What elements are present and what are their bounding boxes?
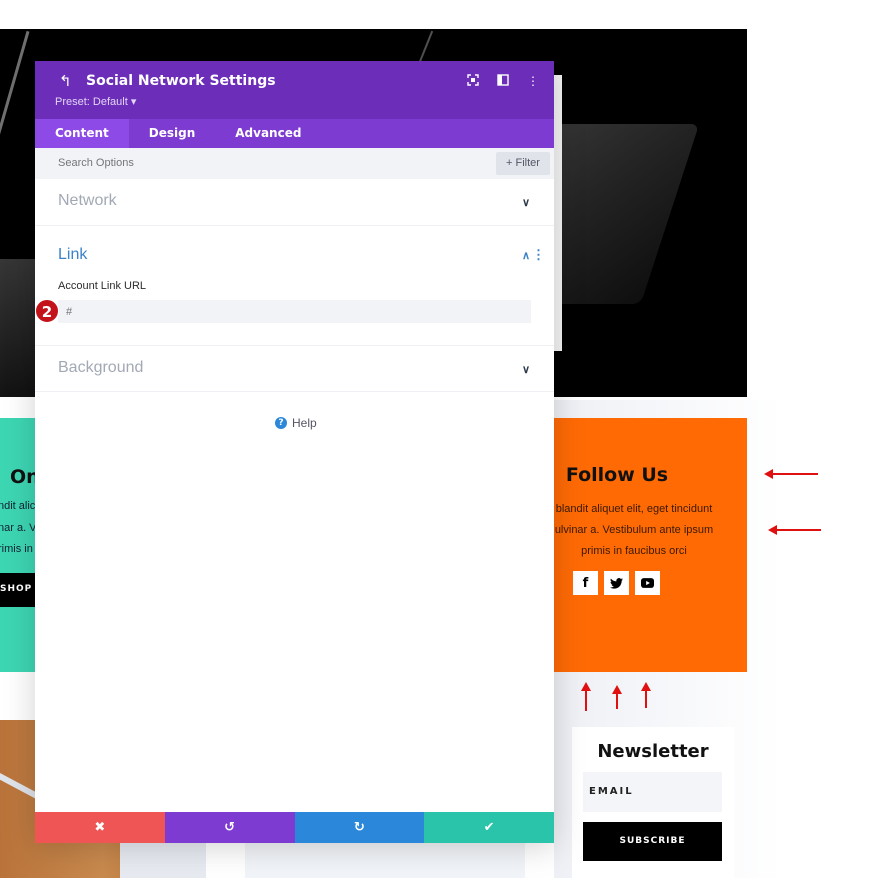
section-title: Background bbox=[58, 359, 144, 376]
help-icon: ? bbox=[275, 417, 287, 429]
section-title[interactable]: Link bbox=[58, 246, 87, 264]
save-button[interactable]: ✔ bbox=[424, 812, 554, 843]
chevron-down-icon[interactable]: ∨ bbox=[522, 363, 530, 376]
section-title: Network bbox=[58, 192, 117, 209]
hidden-panel-edge bbox=[554, 75, 562, 351]
section-network[interactable]: Network ∨ bbox=[35, 179, 554, 226]
annotation-arrow-left bbox=[764, 469, 818, 479]
account-link-url-input[interactable] bbox=[58, 300, 531, 323]
shop-button[interactable]: SHOP S bbox=[0, 573, 36, 607]
hero-decoration bbox=[0, 30, 30, 148]
tab-content[interactable]: Content bbox=[35, 119, 129, 148]
promo-card: On ndit alic nar a. V rimis in SHOP S bbox=[0, 418, 36, 672]
follow-us-card: Follow Us blandit aliquet elit, eget tin… bbox=[554, 418, 747, 672]
promo-text-line: rimis in bbox=[0, 543, 33, 555]
undo-button[interactable]: ↺ bbox=[164, 812, 295, 843]
help-link[interactable]: ? Help bbox=[275, 416, 317, 430]
modal-title: Social Network Settings bbox=[86, 73, 276, 89]
section-link: Link ∧ ⋮ Account Link URL 2 bbox=[35, 226, 554, 346]
newsletter-title: Newsletter bbox=[597, 741, 709, 762]
more-options-icon[interactable]: ⋮ bbox=[526, 74, 540, 88]
preset-dropdown[interactable]: Preset: Default ▾ bbox=[55, 95, 136, 108]
modal-footer: ✖ ↺ ↻ ✔ bbox=[35, 812, 554, 843]
search-options-input[interactable] bbox=[58, 157, 200, 169]
cancel-button[interactable]: ✖ bbox=[35, 812, 165, 843]
follow-us-title: Follow Us bbox=[565, 464, 669, 486]
filter-button[interactable]: + Filter bbox=[496, 152, 550, 175]
subscribe-button[interactable]: SUBSCRIBE bbox=[583, 822, 722, 861]
chevron-up-icon[interactable]: ∧ bbox=[522, 249, 530, 262]
settings-modal: ↰ Social Network Settings Preset: Defaul… bbox=[35, 61, 554, 843]
annotation-arrow-up bbox=[641, 682, 651, 708]
focus-mode-icon[interactable] bbox=[466, 74, 480, 88]
tab-advanced[interactable]: Advanced bbox=[215, 119, 321, 148]
search-bar: + Filter bbox=[35, 148, 554, 179]
follow-us-title-wrap: Follow Us bbox=[554, 464, 680, 486]
promo-title: On bbox=[10, 466, 36, 488]
back-icon[interactable]: ↰ bbox=[59, 74, 75, 90]
section-options-icon[interactable]: ⋮ bbox=[532, 247, 545, 263]
annotation-arrow-up bbox=[581, 682, 591, 711]
tab-design[interactable]: Design bbox=[129, 119, 216, 148]
modal-header: ↰ Social Network Settings Preset: Defaul… bbox=[35, 61, 554, 119]
social-icons: f bbox=[573, 571, 660, 595]
annotation-arrow-up bbox=[612, 685, 622, 709]
facebook-icon[interactable]: f bbox=[573, 571, 598, 595]
account-link-url-label: Account Link URL bbox=[58, 280, 147, 292]
modal-tabs: Content Design Advanced bbox=[35, 119, 554, 148]
section-background[interactable]: Background ∨ bbox=[35, 346, 554, 392]
header-actions: ⋮ bbox=[466, 74, 540, 88]
promo-text-line: ndit alic bbox=[0, 500, 36, 512]
promo-text-line: nar a. V bbox=[0, 522, 36, 534]
email-input[interactable]: EMAIL bbox=[583, 772, 722, 812]
help-label: Help bbox=[292, 416, 317, 430]
newsletter-card: Newsletter EMAIL SUBSCRIBE bbox=[572, 727, 734, 878]
page: On ndit alic nar a. V rimis in SHOP S Fo… bbox=[0, 0, 880, 878]
redo-button[interactable]: ↻ bbox=[294, 812, 425, 843]
split-view-icon[interactable] bbox=[496, 74, 510, 88]
chevron-down-icon[interactable]: ∨ bbox=[522, 196, 530, 209]
follow-us-text: blandit aliquet elit, eget tincidunt ulv… bbox=[554, 503, 714, 557]
product-image-2 bbox=[245, 842, 525, 878]
step-badge: 2 bbox=[35, 299, 59, 323]
annotation-arrow-left bbox=[768, 525, 821, 535]
twitter-icon[interactable] bbox=[604, 571, 629, 595]
youtube-icon[interactable] bbox=[635, 571, 660, 595]
